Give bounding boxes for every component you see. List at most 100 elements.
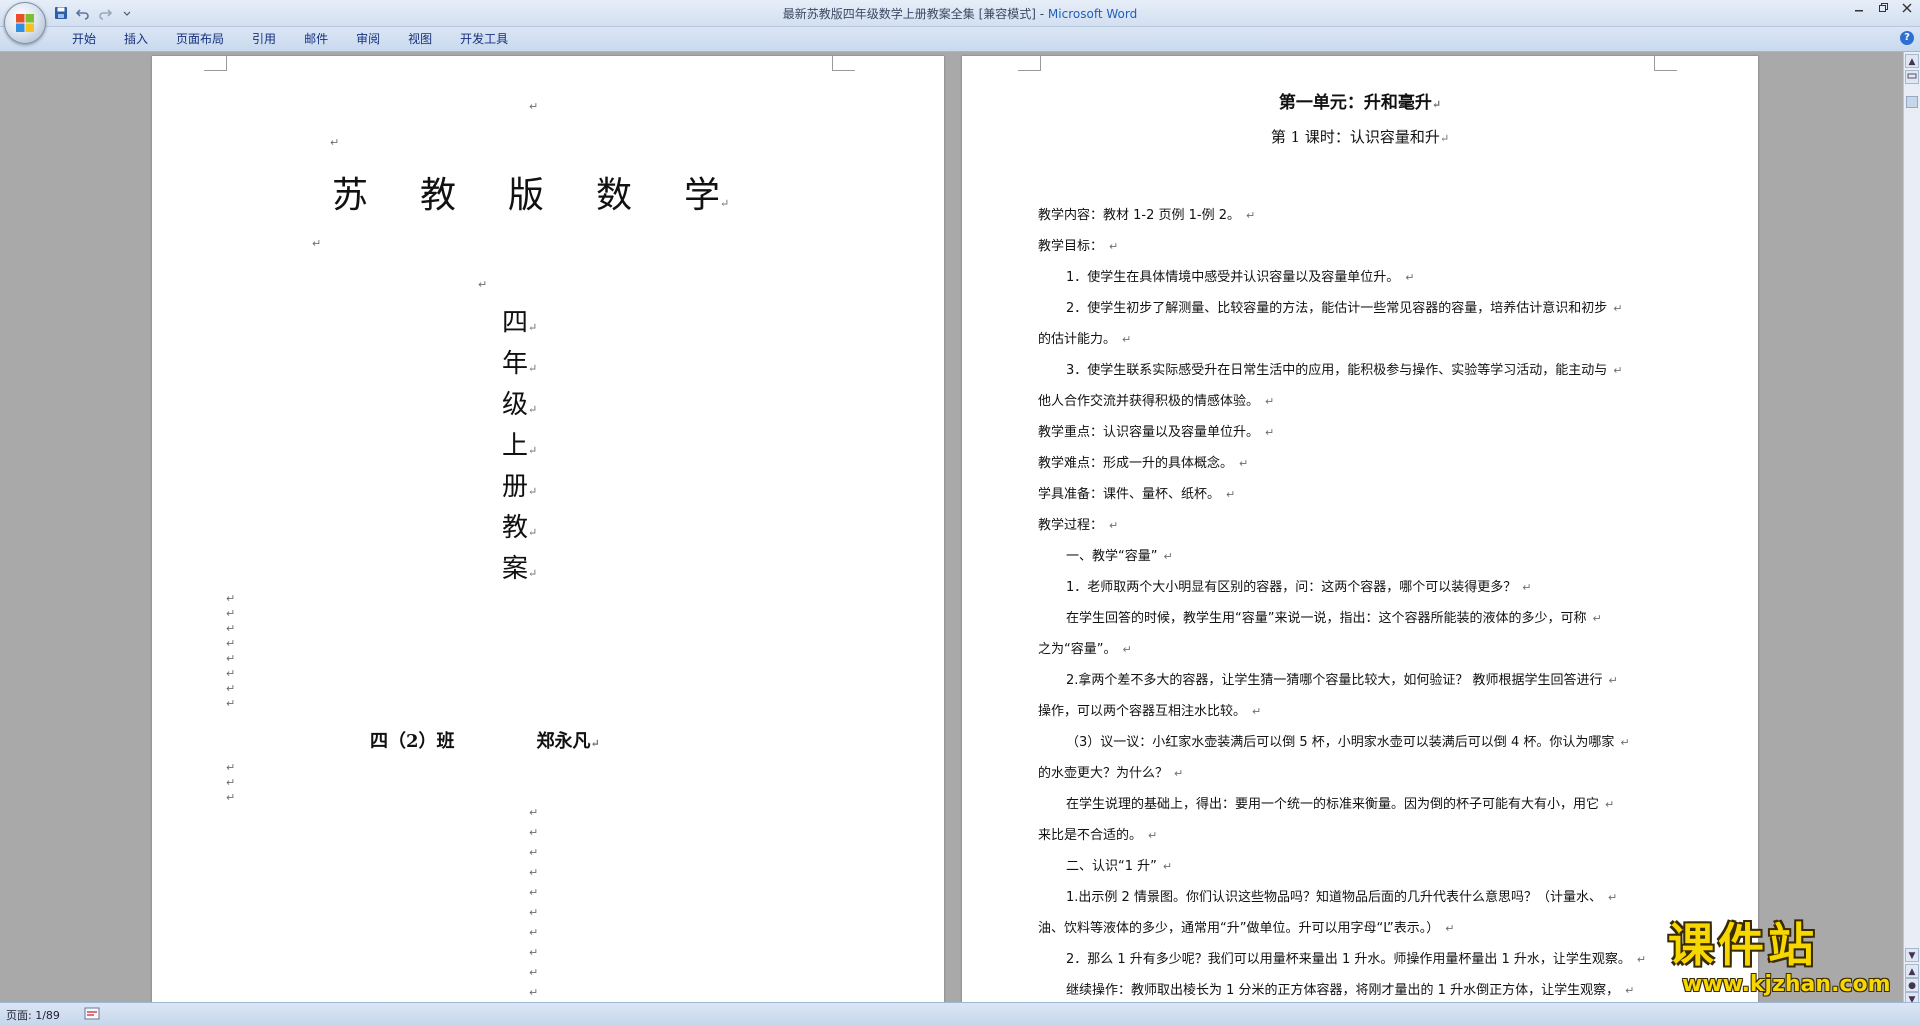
- text-line: 1．老师取两个大小明显有区别的容器，问：这两个容器，哪个可以装得更多？ ↵: [1038, 572, 1648, 603]
- text-line: 在学生回答的时候，教学生用“容量”来说一说，指出：这个容器所能装的液体的多少，可…: [1038, 603, 1648, 634]
- cover-title-char: 苏: [332, 175, 369, 216]
- cover-title: 苏 教 版 数 学↵: [332, 166, 729, 218]
- text-line-content: 2．使学生初步了解测量、比较容量的方法，能估计一些常见容器的容量，培养估计意识和…: [1066, 301, 1608, 316]
- text-line-content: 的水壶更大？为什么？: [1038, 766, 1169, 781]
- text-line-content: 1．使学生在具体情境中感受并认识容量以及容量单位升。: [1066, 270, 1400, 285]
- scroll-down-button[interactable]: ▼: [1905, 948, 1919, 962]
- restore-button[interactable]: [1876, 2, 1890, 16]
- text-line-content: 来比是不合适的。: [1038, 828, 1143, 843]
- paragraph-mark: ↵: [529, 986, 539, 999]
- text-line-content: 1.出示例 2 情景图。你们认识这些物品吗？知道物品后面的几升代表什么意思吗？（…: [1066, 890, 1602, 905]
- text-line-content: 操作，可以两个容器互相注水比较。: [1038, 704, 1247, 719]
- page-indicator[interactable]: 页面: 1/89: [6, 1007, 60, 1023]
- vertical-scrollbar[interactable]: ▲ ▼ ▲ ● ▼: [1903, 52, 1920, 1006]
- page-content[interactable]: 第一单元：升和毫升↵ 第 1 课时：认识容量和升 ↵ 教学内容：教材 1-2 页例…: [962, 56, 1758, 1002]
- paragraph-mark: ↵: [226, 667, 236, 680]
- paragraph-mark: ↵: [529, 926, 539, 939]
- paragraph-mark: ↵: [1122, 333, 1132, 346]
- text-line: 教学内容：教材 1-2 页例 1-例 2。 ↵: [1038, 200, 1648, 231]
- text-line: 二、认识“1 升” ↵: [1038, 851, 1648, 882]
- cover-title-char: 版: [508, 175, 545, 216]
- lesson-heading-text: 第 1 课时：认识容量和升: [1270, 128, 1440, 146]
- title-bar: 最新苏教版四年级数学上册教案全集 [兼容模式] - Microsoft Word: [0, 0, 1920, 27]
- text-line-content: 在学生说理的基础上，得出：要用一个统一的标准来衡量。因为倒的杯子可能有大有小，用…: [1066, 797, 1600, 812]
- tab-developer[interactable]: 开发工具: [446, 31, 522, 47]
- paragraph-mark: ↵: [528, 362, 538, 375]
- text-line-content: （3）议一议：小红家水壶装满后可以倒 5 杯，小明家水壶可以装满后可以倒 4 杯…: [1066, 735, 1615, 750]
- browse-object-button[interactable]: ●: [1905, 978, 1919, 992]
- minimize-icon: [1855, 10, 1863, 12]
- text-line: 的水壶更大？为什么？ ↵: [1038, 758, 1648, 789]
- previous-page-button[interactable]: ▲: [1905, 964, 1919, 978]
- document-title: 最新苏教版四年级数学上册教案全集 [兼容模式] -: [782, 7, 1048, 21]
- text-line: 教学过程： ↵: [1038, 510, 1648, 541]
- vertical-char: 册↵: [502, 467, 537, 508]
- tab-references[interactable]: 引用: [238, 31, 290, 47]
- tab-review[interactable]: 审阅: [342, 31, 394, 47]
- window-controls: [1852, 2, 1914, 16]
- paragraph-mark: ↵: [226, 592, 236, 605]
- vertical-char-text: 年: [502, 349, 529, 379]
- unit-heading: 第一单元：升和毫升↵: [962, 88, 1758, 113]
- help-icon[interactable]: ?: [1900, 31, 1914, 45]
- close-button[interactable]: [1900, 2, 1914, 16]
- paragraph-mark: ↵: [1405, 271, 1415, 284]
- text-line-content: 油、饮料等液体的多少，通常用“升”做单位。升可以用字母“L”表示。）: [1038, 921, 1440, 936]
- text-line-content: 2.拿两个差不多大的容器，让学生猜一猜哪个容量比较大，如何验证？ 教师根据学生回…: [1066, 673, 1603, 688]
- paragraph-mark: ↵: [226, 761, 236, 774]
- paragraph-mark: ↵: [1265, 426, 1275, 439]
- scroll-thumb[interactable]: [1906, 96, 1918, 108]
- window-title: 最新苏教版四年级数学上册教案全集 [兼容模式] - Microsoft Word: [0, 5, 1920, 22]
- paragraph-mark: ↵: [590, 737, 600, 750]
- tab-mailings[interactable]: 邮件: [290, 31, 342, 47]
- status-bar: 页面: 1/89: [0, 1002, 1920, 1026]
- text-line-content: 继续操作：教师取出棱长为 1 分米的正方体容器，将刚才量出的 1 升水倒正方体，…: [1066, 983, 1620, 998]
- text-line: 教学目标： ↵: [1038, 231, 1648, 262]
- class-and-teacher: 四（2）班 郑永凡↵: [370, 727, 600, 753]
- tab-insert[interactable]: 插入: [110, 31, 162, 47]
- page-cover[interactable]: ↵ ↵ 苏教版数学↵ ↵ ↵ 四↵ 年↵ 级↵ 上↵ 册↵ 教↵ 案↵ ↵ ↵ …: [152, 56, 944, 1002]
- text-line-content: 2．那么 1 升有多少呢？我们可以用量杯来量出 1 升水。师操作用量杯量出 1 …: [1066, 952, 1631, 967]
- tab-home[interactable]: 开始: [58, 31, 110, 47]
- text-line-content: 教学内容：教材 1-2 页例 1-例 2。: [1038, 208, 1240, 223]
- paragraph-mark: ↵: [528, 526, 538, 539]
- paragraph-mark: ↵: [528, 403, 538, 416]
- text-line: 来比是不合适的。 ↵: [1038, 820, 1648, 851]
- ribbon-tab-bar: 开始 插入 页面布局 引用 邮件 审阅 视图 开发工具 ?: [0, 27, 1920, 52]
- paragraph-mark: ↵: [528, 485, 538, 498]
- document-area[interactable]: ↵ ↵ 苏教版数学↵ ↵ ↵ 四↵ 年↵ 级↵ 上↵ 册↵ 教↵ 案↵ ↵ ↵ …: [0, 52, 1904, 1002]
- text-line-content: 二、认识“1 升”: [1066, 859, 1157, 874]
- text-line: 一、教学“容量” ↵: [1038, 541, 1648, 572]
- office-button[interactable]: [4, 2, 46, 44]
- text-line: 教学难点：形成一升的具体概念。 ↵: [1038, 448, 1648, 479]
- text-line: 2．使学生初步了解测量、比较容量的方法，能估计一些常见容器的容量，培养估计意识和…: [1038, 293, 1648, 324]
- minimize-button[interactable]: [1852, 2, 1866, 16]
- text-line: 继续操作：教师取出棱长为 1 分米的正方体容器，将刚才量出的 1 升水倒正方体，…: [1038, 975, 1648, 1002]
- proofing-icon[interactable]: [84, 1007, 100, 1021]
- text-line: 1．使学生在具体情境中感受并认识容量以及容量单位升。 ↵: [1038, 262, 1648, 293]
- vertical-char-text: 册: [502, 472, 529, 502]
- text-line: 1.出示例 2 情景图。你们认识这些物品吗？知道物品后面的几升代表什么意思吗？（…: [1038, 882, 1648, 913]
- app-name: Microsoft Word: [1047, 7, 1138, 21]
- tab-page-layout[interactable]: 页面布局: [162, 31, 238, 47]
- vertical-char: 年↵: [502, 344, 537, 385]
- text-line-content: 1．老师取两个大小明显有区别的容器，问：这两个容器，哪个可以装得更多？: [1066, 580, 1517, 595]
- ruler-toggle-button[interactable]: [1905, 70, 1919, 84]
- teacher-name: 郑永凡: [536, 731, 591, 752]
- text-line: 教学重点：认识容量以及容量单位升。 ↵: [1038, 417, 1648, 448]
- tab-view[interactable]: 视图: [394, 31, 446, 47]
- paragraph-mark: ↵: [528, 567, 538, 580]
- text-line-content: 学具准备：课件、量杯、纸杯。: [1038, 487, 1221, 502]
- scroll-up-button[interactable]: ▲: [1905, 54, 1919, 68]
- paragraph-mark: ↵: [226, 607, 236, 620]
- paragraph-mark: ↵: [528, 321, 538, 334]
- office-logo-icon: [16, 14, 34, 32]
- paragraph-mark: ↵: [1252, 705, 1262, 718]
- paragraph-mark: ↵: [1265, 395, 1275, 408]
- paragraph-mark: ↵: [1613, 302, 1623, 315]
- text-line: 2.拿两个差不多大的容器，让学生猜一猜哪个容量比较大，如何验证？ 教师根据学生回…: [1038, 665, 1648, 696]
- paragraph-mark: ↵: [529, 966, 539, 979]
- text-line-content: 一、教学“容量”: [1066, 549, 1158, 564]
- crop-mark: [1654, 56, 1677, 71]
- vertical-char: 上↵: [502, 426, 537, 467]
